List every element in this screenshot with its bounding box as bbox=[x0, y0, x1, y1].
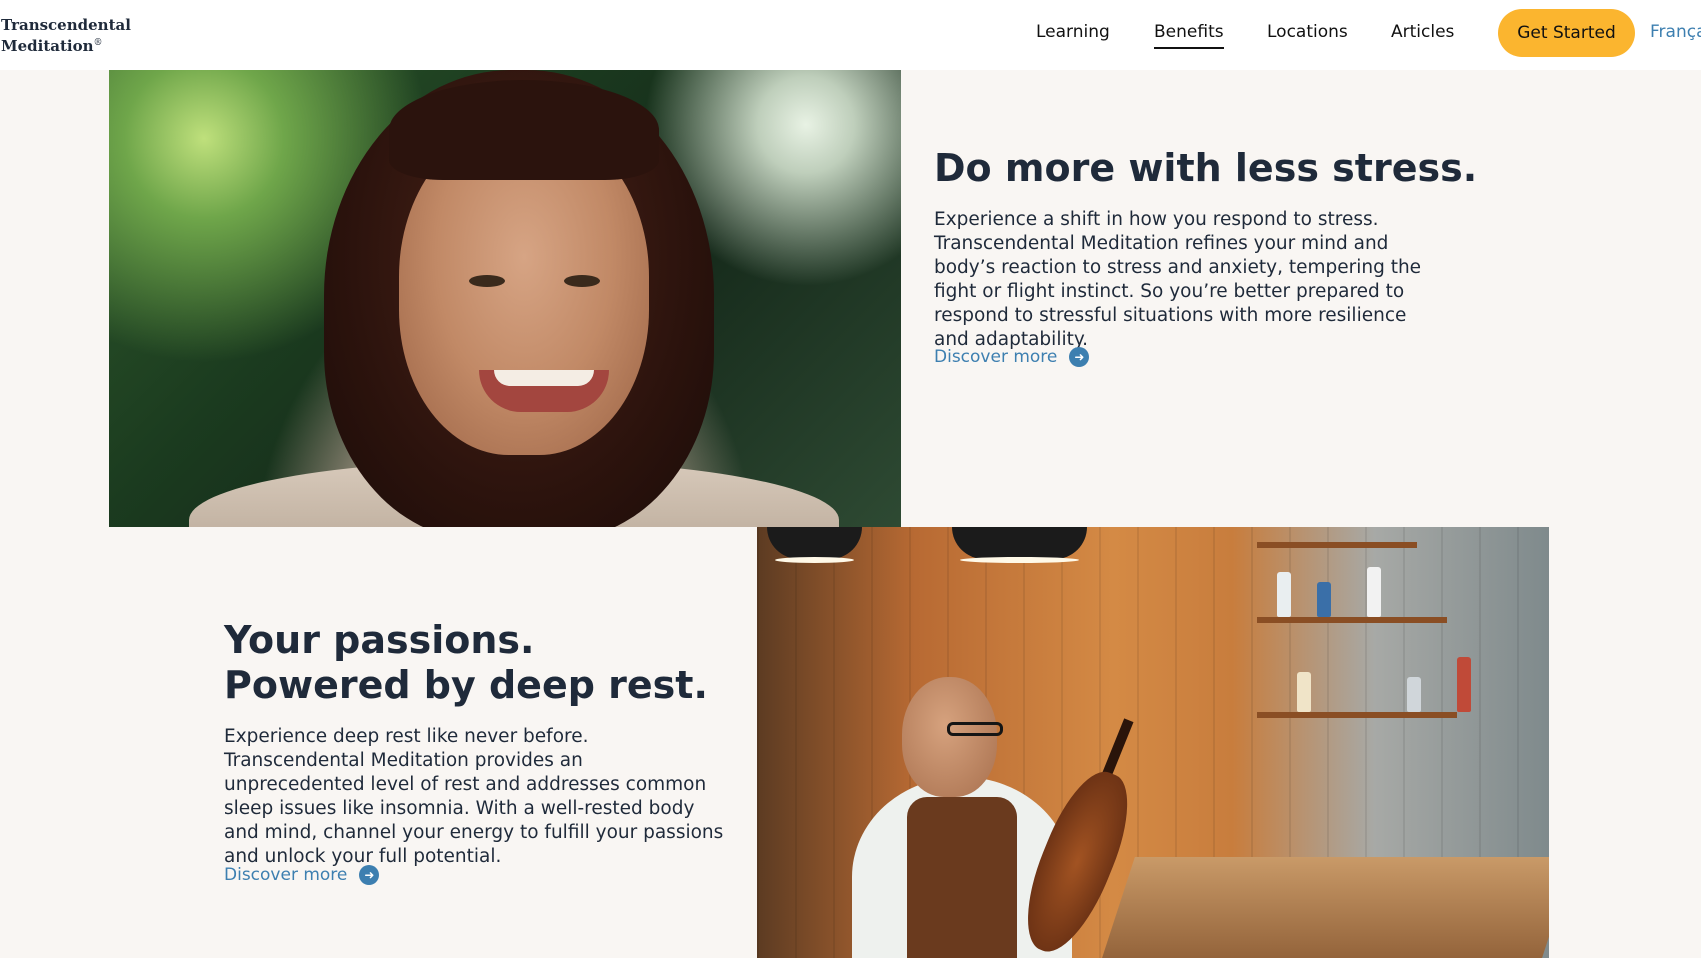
logo-line-2-text: Meditation bbox=[1, 37, 94, 55]
site-header: Transcendental Meditation® Learning Bene… bbox=[0, 0, 1701, 70]
logo-line-2: Meditation® bbox=[1, 34, 131, 55]
discover-more-label: Discover more bbox=[934, 347, 1058, 367]
logo-line-1: Transcendental bbox=[1, 16, 131, 34]
stress-discover-more-link[interactable]: Discover more ➜ bbox=[934, 347, 1090, 367]
nav-locations[interactable]: Locations bbox=[1267, 22, 1348, 42]
nav-benefits[interactable]: Benefits bbox=[1154, 22, 1224, 49]
language-switch[interactable]: Français bbox=[1650, 22, 1701, 42]
registered-mark: ® bbox=[93, 38, 103, 48]
smiling-woman-photo bbox=[109, 70, 901, 527]
site-logo[interactable]: Transcendental Meditation® bbox=[1, 16, 131, 55]
discover-more-label: Discover more bbox=[224, 865, 348, 885]
rest-heading-line-2: Powered by deep rest. bbox=[224, 663, 708, 707]
stress-heading: Do more with less stress. bbox=[934, 146, 1478, 190]
nav-articles[interactable]: Articles bbox=[1391, 22, 1454, 42]
violin-maker-workshop-photo bbox=[757, 527, 1549, 958]
rest-heading-line-1: Your passions. bbox=[224, 618, 535, 662]
arrow-right-circle-icon: ➜ bbox=[359, 865, 380, 885]
get-started-button[interactable]: Get Started bbox=[1498, 9, 1635, 57]
nav-learning[interactable]: Learning bbox=[1036, 22, 1110, 42]
stress-body: Experience a shift in how you respond to… bbox=[934, 209, 1422, 350]
arrow-right-circle-icon: ➜ bbox=[1069, 347, 1090, 367]
rest-body: Experience deep rest like never before. … bbox=[224, 726, 724, 867]
rest-heading: Your passions. Powered by deep rest. bbox=[224, 618, 708, 708]
rest-discover-more-link[interactable]: Discover more ➜ bbox=[224, 865, 380, 885]
